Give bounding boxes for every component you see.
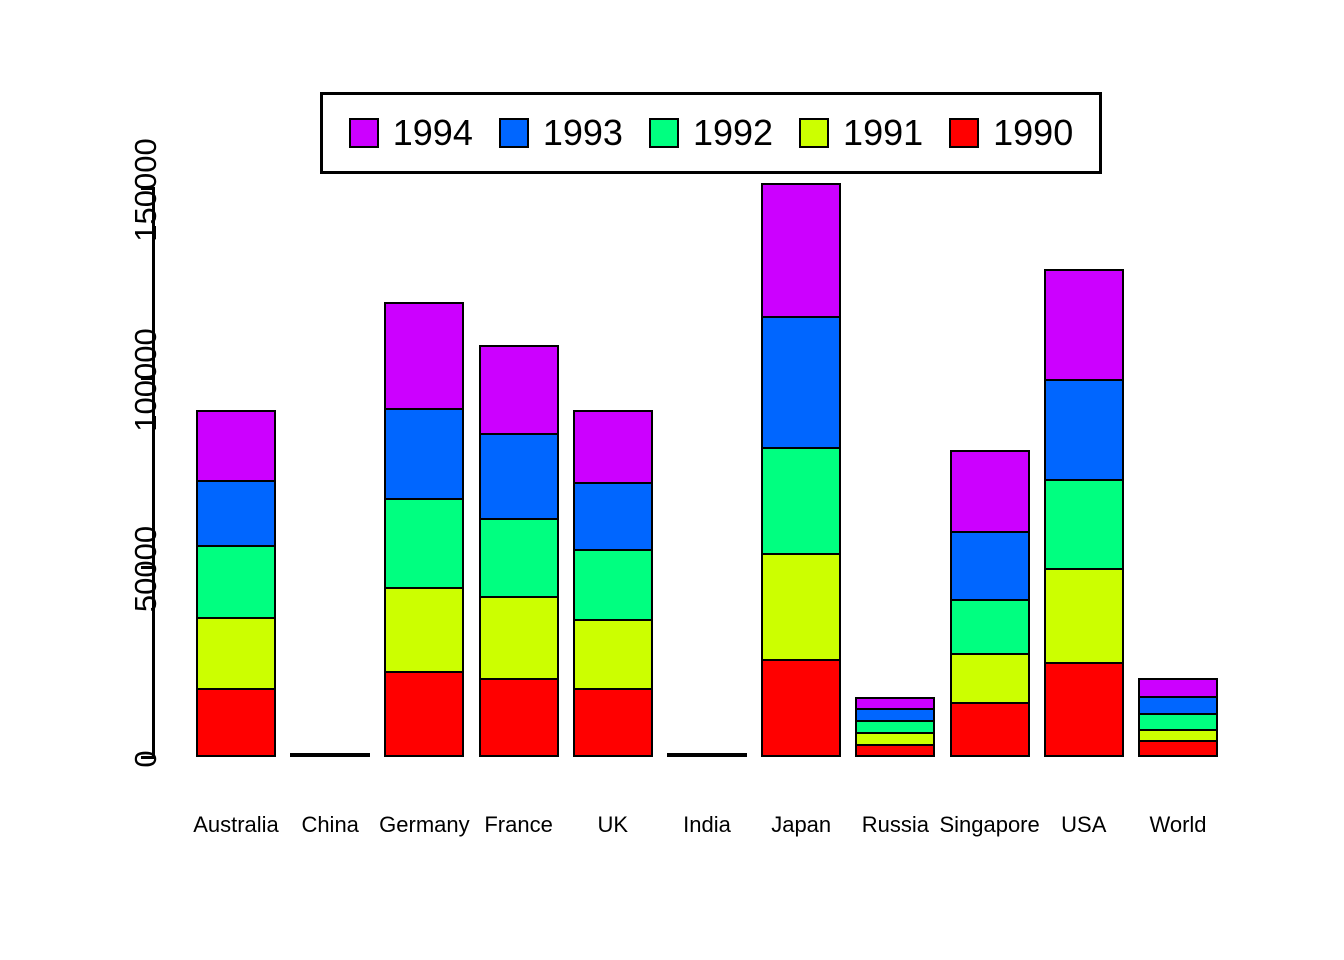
bar-segment-france-1991 — [478, 596, 559, 679]
legend-entry-1991: 1991 — [799, 115, 923, 151]
bar-stack — [290, 753, 371, 757]
bar-stack — [572, 409, 653, 757]
bar-segment-japan-1992 — [761, 446, 842, 554]
bar-segment-uk-1992 — [572, 549, 653, 619]
x-axis-label-world: World — [1149, 812, 1207, 837]
bar-group-usa — [1043, 268, 1124, 757]
bar-segment-germany-1994 — [384, 301, 465, 408]
bar-group-australia — [196, 410, 276, 757]
bar-segment-singapore-1990 — [949, 702, 1030, 757]
bar-segment-france-1990 — [478, 678, 559, 757]
bar-segment-usa-1994 — [1043, 268, 1124, 379]
bar-segment-russia-1994 — [855, 696, 936, 708]
bar-segment-germany-1992 — [384, 497, 465, 588]
bar-segment-japan-1991 — [761, 553, 842, 660]
legend-swatch-icon — [799, 118, 830, 148]
bar-segment-uk-1993 — [572, 482, 653, 550]
bar-segment-singapore-1991 — [949, 653, 1030, 702]
legend-entry-1990: 1990 — [949, 115, 1073, 151]
bar-segment-uk-1991 — [572, 618, 653, 688]
bar-stack — [478, 345, 559, 757]
bar-segment-russia-1992 — [855, 719, 936, 732]
legend-label: 1994 — [392, 112, 473, 153]
bar-segment-uk-1990 — [572, 687, 653, 757]
bar-segment-world-1994 — [1138, 677, 1218, 696]
bar-group-china — [290, 753, 371, 757]
bar-segment-germany-1993 — [384, 407, 465, 498]
bar-stack — [949, 450, 1030, 757]
bar-segment-australia-1991 — [196, 617, 276, 688]
bar-segment-australia-1994 — [196, 410, 276, 481]
bar-segment-japan-1990 — [761, 659, 842, 757]
bar-segment-russia-1990 — [855, 744, 936, 757]
bar-group-japan — [761, 183, 842, 757]
bar-segment-japan-1993 — [761, 315, 842, 447]
bar-segment-germany-1991 — [384, 587, 465, 672]
legend-label: 1990 — [993, 112, 1074, 153]
bar-segment-india-1990 — [667, 753, 747, 757]
bar-segment-russia-1993 — [855, 707, 936, 720]
bar-segment-germany-1990 — [384, 671, 465, 757]
bar-group-india — [667, 753, 747, 757]
bar-stack — [761, 183, 842, 757]
bar-stack — [196, 410, 276, 757]
bar-stack — [667, 753, 747, 757]
bar-segment-uk-1994 — [572, 409, 653, 483]
bar-segment-france-1993 — [478, 433, 559, 519]
bar-segment-france-1992 — [478, 518, 559, 597]
bar-segment-usa-1993 — [1043, 378, 1124, 479]
bar-stack — [855, 696, 936, 757]
bar-segment-russia-1991 — [855, 731, 936, 745]
bar-group-germany — [384, 301, 465, 757]
bar-stack — [1043, 268, 1124, 757]
bar-group-uk — [572, 409, 653, 757]
bar-segment-singapore-1994 — [949, 450, 1030, 531]
bar-segment-japan-1994 — [761, 183, 842, 316]
legend-swatch-icon — [648, 118, 679, 148]
legend-entry-1994: 1994 — [348, 112, 473, 153]
bar-segment-world-1991 — [1138, 728, 1218, 741]
bar-segment-france-1994 — [478, 345, 559, 434]
bar-segment-world-1993 — [1138, 695, 1218, 713]
bar-segment-australia-1993 — [196, 480, 276, 545]
bar-group-france — [478, 345, 559, 757]
bar-segment-usa-1991 — [1043, 568, 1124, 663]
bar-group-world — [1138, 677, 1218, 757]
legend-label: 1992 — [692, 112, 774, 153]
stacked-bar-chart: 1994 1993 1992 1991 1990 0 50000 100000 150000 … — [0, 0, 1344, 960]
bar-segment-usa-1990 — [1043, 662, 1124, 757]
bar-segment-australia-1992 — [196, 544, 276, 618]
legend-entry-1992: 1992 — [648, 112, 774, 153]
legend-label: 1991 — [843, 112, 924, 153]
legend-label: 1993 — [542, 112, 623, 153]
legend-swatch-icon — [348, 118, 379, 148]
bar-segment-singapore-1993 — [949, 530, 1030, 599]
legend-swatch-icon — [498, 118, 529, 148]
bar-segment-singapore-1992 — [949, 598, 1030, 654]
bar-stack — [1138, 677, 1218, 757]
legend-entry-1993: 1993 — [498, 112, 623, 153]
bar-group-russia — [855, 696, 936, 757]
bar-segment-world-1990 — [1138, 740, 1218, 757]
chart-legend: 1994 1993 1992 1991 1990 — [320, 92, 1102, 174]
bar-segment-usa-1992 — [1043, 478, 1124, 569]
bar-group-singapore — [949, 450, 1030, 757]
bar-stack — [384, 301, 465, 757]
bar-segment-australia-1990 — [196, 687, 276, 757]
bar-segment-world-1992 — [1138, 712, 1218, 729]
legend-swatch-icon — [949, 118, 980, 148]
bar-segment-china-1990 — [290, 753, 371, 757]
